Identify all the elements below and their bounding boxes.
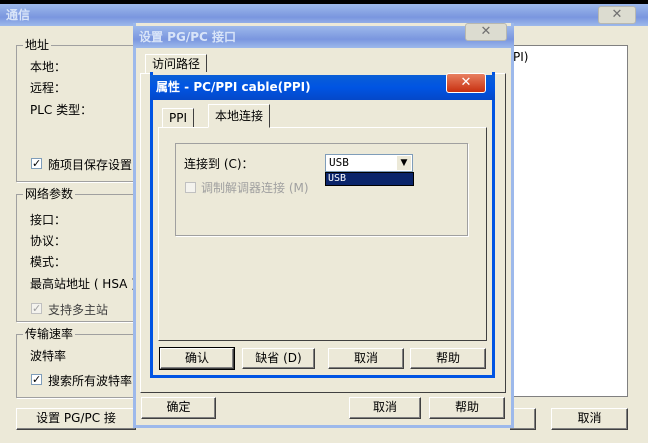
- main-cancel-button[interactable]: 取消: [551, 408, 628, 430]
- baud-group-label: 传输速率: [23, 326, 76, 342]
- properties-ok-button[interactable]: 确认: [159, 347, 235, 370]
- right-info-text: PI): [513, 50, 529, 64]
- set-pgpc-interface-label: 设置 PG/PC 接: [36, 411, 116, 425]
- multimaster-checkbox[interactable]: ✓: [31, 303, 42, 314]
- tab-local-connection-label: 本地连接: [215, 109, 264, 123]
- properties-close-button[interactable]: ✕: [446, 73, 486, 93]
- properties-dialog-titlebar[interactable]: 属性 - PC/PPI cable(PPI): [150, 75, 495, 100]
- search-all-baud-label: 搜索所有波特率: [48, 374, 133, 388]
- address-group-label: 地址: [23, 37, 52, 53]
- close-icon: ✕: [611, 7, 623, 22]
- dropdown-option-usb-label: USB: [328, 173, 347, 184]
- properties-cancel-label: 取消: [353, 351, 378, 365]
- pgpc-close-button[interactable]: ✕: [465, 23, 507, 41]
- tab-ppi[interactable]: PPI: [162, 108, 195, 128]
- interface-label: 接口：: [30, 213, 67, 227]
- connect-to-select[interactable]: USB ▼: [325, 154, 413, 172]
- connect-to-value: USB: [329, 156, 349, 169]
- save-with-project-checkbox[interactable]: ✓: [31, 158, 42, 169]
- connect-to-dropdown-list: USB: [325, 172, 414, 186]
- pgpc-help-button[interactable]: 帮助: [429, 397, 505, 419]
- tab-access-path[interactable]: 访问路径: [145, 54, 208, 74]
- main-window-close-button[interactable]: ✕: [598, 6, 636, 24]
- pgpc-dialog-titlebar[interactable]: 设置 PG/PC 接口: [133, 26, 514, 48]
- properties-cancel-button[interactable]: 取消: [328, 348, 404, 369]
- dropdown-option-usb[interactable]: USB: [326, 173, 413, 185]
- tab-access-path-label: 访问路径: [152, 57, 201, 71]
- properties-dialog-title: 属性 - PC/PPI cable(PPI): [156, 80, 311, 94]
- close-icon: ✕: [480, 24, 492, 39]
- set-pgpc-interface-button[interactable]: 设置 PG/PC 接: [16, 408, 136, 430]
- properties-help-label: 帮助: [435, 351, 460, 365]
- main-window-title: 通信: [6, 8, 31, 22]
- properties-help-button[interactable]: 帮助: [410, 348, 486, 369]
- plc-type-label: PLC 类型：: [30, 103, 93, 117]
- modem-checkbox[interactable]: [185, 182, 196, 193]
- main-cancel-label: 取消: [577, 411, 602, 425]
- properties-ok-label: 确认: [184, 351, 209, 365]
- properties-default-button[interactable]: 缺省 (D): [242, 348, 315, 369]
- close-icon: ✕: [460, 75, 472, 90]
- protocol-label: 协议：: [30, 234, 67, 248]
- pgpc-ok-label: 确定: [166, 400, 191, 414]
- pgpc-cancel-label: 取消: [372, 400, 397, 414]
- right-info-panel: PI): [510, 45, 628, 397]
- baud-label: 波特率: [30, 349, 67, 363]
- pgpc-cancel-button[interactable]: 取消: [349, 397, 421, 419]
- properties-default-label: 缺省 (D): [255, 351, 302, 365]
- tab-local-connection[interactable]: 本地连接: [208, 104, 271, 128]
- pgpc-dialog-title: 设置 PG/PC 接口: [139, 30, 236, 44]
- save-with-project-label: 随项目保存设置: [48, 158, 133, 172]
- chevron-down-icon[interactable]: ▼: [397, 156, 411, 170]
- tab-ppi-label: PPI: [169, 111, 188, 125]
- search-all-baud-checkbox[interactable]: ✓: [31, 374, 42, 385]
- mode-label: 模式：: [30, 255, 67, 269]
- multimaster-label: 支持多主站: [48, 303, 109, 317]
- pgpc-help-label: 帮助: [454, 400, 479, 414]
- connect-to-label: 连接到 (C)：: [184, 157, 254, 171]
- modem-label: 调制解调器连接 (M): [201, 181, 309, 195]
- local-label: 本地：: [30, 60, 67, 74]
- pgpc-ok-button[interactable]: 确定: [141, 397, 216, 419]
- network-group-label: 网络参数: [23, 186, 76, 202]
- hsa-label: 最高站地址 ( HSA ): [30, 277, 136, 291]
- remote-label: 远程：: [30, 81, 67, 95]
